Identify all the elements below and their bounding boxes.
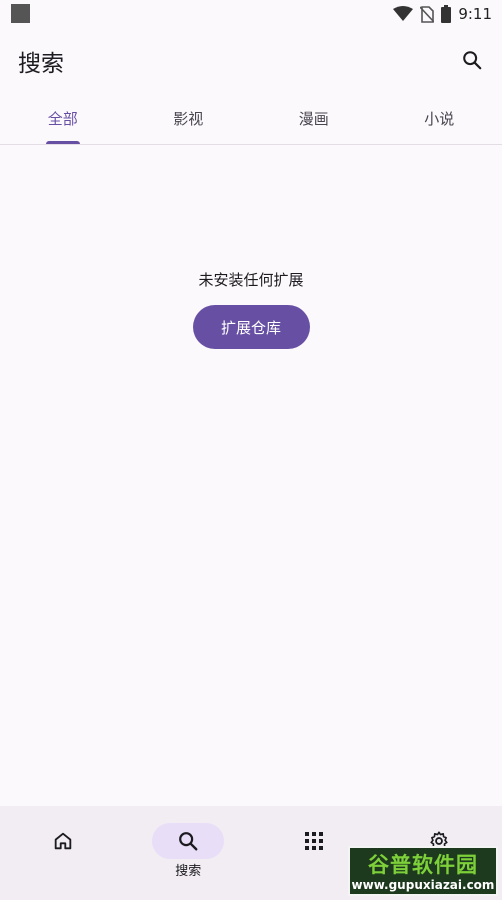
no-sim-icon [420,5,435,23]
watermark-logo: 谷普软件园 www.gupuxiazai.com [348,846,498,896]
empty-state: 未安装任何扩展 扩展仓库 [0,268,502,349]
tab-label: 影视 [173,109,204,128]
page-title: 搜索 [18,51,64,77]
empty-message: 未安装任何扩展 [198,271,304,289]
tab-indicator [45,141,80,144]
battery-icon [441,5,452,23]
nav-search[interactable]: 搜索 [126,806,252,900]
header-search-button[interactable] [454,42,490,78]
tab-video[interactable]: 影视 [126,92,252,144]
nav-pill [152,823,225,859]
home-icon [54,832,71,850]
nav-pill [27,823,99,859]
wifi-icon [393,6,414,21]
search-icon [179,832,198,851]
tab-comic[interactable]: 漫画 [251,92,377,144]
nav-pill [278,823,350,859]
search-icon [463,51,482,70]
category-tabs: 全部 影视 漫画 小说 [0,92,502,145]
tab-novel[interactable]: 小说 [377,92,502,144]
app-header: 搜索 [0,30,502,92]
tab-label: 全部 [47,109,78,128]
watermark-url: www.gupuxiazai.com [351,878,495,892]
tab-label: 漫画 [298,109,329,128]
nav-label: 搜索 [175,864,202,879]
tab-all[interactable]: 全部 [0,92,126,144]
status-icons: 9:11 [393,3,492,25]
nav-home[interactable] [0,806,126,900]
extension-repo-button[interactable]: 扩展仓库 [192,305,310,349]
status-bar: 9:11 [0,0,502,30]
tab-label: 小说 [424,109,455,128]
watermark-brand: 谷普软件园 [368,853,478,877]
apps-grid-icon [304,832,323,850]
app-notification-icon [11,4,30,23]
status-time: 9:11 [458,5,492,23]
